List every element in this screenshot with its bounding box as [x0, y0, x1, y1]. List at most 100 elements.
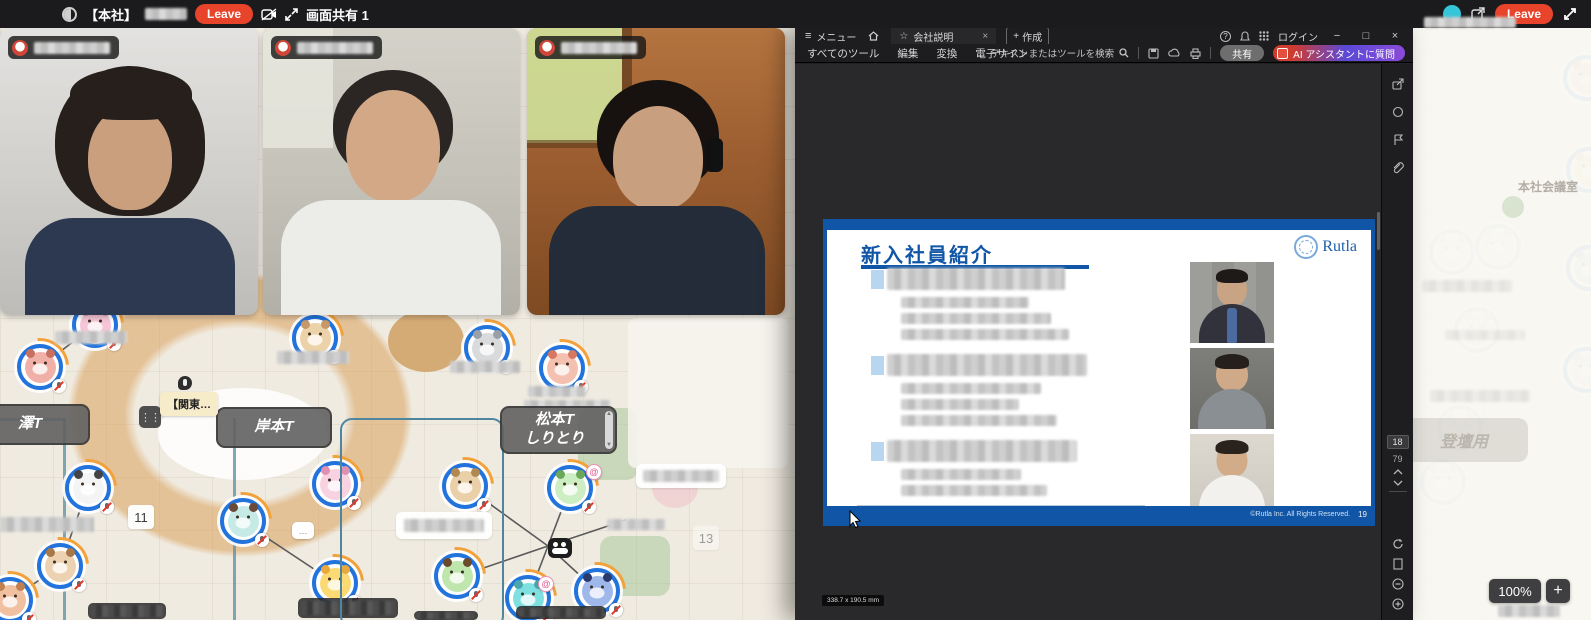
slide-title: 新入社員紹介 — [861, 239, 993, 268]
tools-menu-item[interactable]: すべてのツール — [807, 46, 879, 61]
blurred-name — [887, 440, 1077, 462]
apps-grid-icon[interactable] — [1259, 31, 1269, 41]
blurred-text — [1445, 330, 1525, 340]
doc-scrollbar-thumb[interactable] — [1377, 212, 1380, 250]
booth-label: 登壇用 — [1400, 418, 1528, 462]
person-hair-fringe — [70, 68, 192, 120]
entry-bullet — [871, 356, 884, 375]
blurred-text — [607, 519, 665, 530]
bell-icon[interactable] — [1240, 31, 1250, 42]
slide-page-number: 19 — [1358, 510, 1367, 519]
close-window-button[interactable]: × — [1385, 30, 1405, 42]
label-scrollbar[interactable]: ▲▼ — [605, 411, 613, 449]
map-label-text: 松本T しりとり — [524, 411, 592, 449]
maximize-button[interactable]: □ — [1356, 30, 1376, 42]
export-icon[interactable] — [1389, 76, 1407, 92]
plus-icon: + — [1013, 31, 1019, 42]
room-number-13: 13 — [693, 526, 719, 550]
page-up-icon[interactable] — [1393, 469, 1403, 475]
map-zoom-level[interactable]: 100% — [1489, 579, 1541, 603]
menu-button[interactable]: ≡ メニュー — [805, 29, 856, 44]
video-tile-2[interactable] — [263, 28, 520, 315]
blurred-name — [887, 354, 1087, 376]
create-button[interactable]: +作成 — [1006, 27, 1049, 46]
map-label-sawa[interactable]: 澤T — [0, 404, 90, 445]
map-avatar[interactable] — [37, 543, 83, 589]
rotate-icon[interactable] — [1392, 538, 1404, 550]
blurred-text — [450, 361, 520, 373]
map-zoom-in-button[interactable]: + — [1546, 579, 1570, 603]
ai-assistant-button[interactable]: AI アシスタントに質問 — [1273, 45, 1405, 61]
mic-muted-icon — [52, 379, 66, 393]
person-torso — [549, 206, 765, 315]
faded-map-overlay — [1413, 28, 1591, 620]
map-avatar[interactable] — [65, 465, 111, 511]
copyright: ©Rutla Inc. All Rights Reserved. — [1250, 511, 1350, 518]
minimize-button[interactable]: − — [1327, 30, 1347, 42]
presentation-slide: 新入社員紹介 Rutla — [823, 219, 1375, 526]
bookmark-flag-icon[interactable] — [1389, 132, 1407, 148]
screen: 澤T 岸本T 松本T しりとり ▲▼ ⋮⋮ 【関東… 11 13 … @ @ 本… — [0, 0, 1591, 620]
attachment-icon[interactable] — [1389, 160, 1407, 176]
slide-top-border — [827, 223, 1371, 230]
page-size-tooltip: 338.7 x 190.5 mm — [822, 595, 884, 606]
reaction-badge-icon: @ — [538, 576, 554, 592]
map-avatar[interactable] — [220, 498, 266, 544]
camera-off-icon[interactable] — [261, 8, 277, 21]
chevron-up-icon: ▲ — [606, 411, 612, 419]
mic-muted-icon — [255, 533, 269, 547]
blurred-text — [1424, 17, 1516, 28]
share-button[interactable]: 共有 — [1220, 45, 1264, 61]
app-logo-icon — [62, 7, 77, 22]
leave-button[interactable]: Leave — [195, 4, 253, 24]
save-icon[interactable] — [1148, 48, 1159, 59]
zoom-out-icon[interactable] — [1392, 578, 1404, 590]
page-down-icon[interactable] — [1393, 480, 1403, 486]
map-label-kanto[interactable]: 【関東… — [160, 392, 218, 416]
edit-menu-item[interactable]: 編集 — [897, 46, 918, 61]
employee-photo-2 — [1190, 348, 1274, 429]
expand-icon[interactable] — [285, 8, 298, 21]
participant-avatar-icon — [539, 40, 555, 56]
convert-menu-item[interactable]: 変換 — [936, 46, 957, 61]
space-name: 【本社】 — [85, 5, 137, 24]
map-label-kishimoto[interactable]: 岸本T — [216, 407, 332, 448]
close-tab-icon[interactable]: × — [982, 31, 988, 42]
help-icon[interactable]: ? — [1220, 31, 1231, 42]
blurred-text — [0, 517, 94, 532]
search-box[interactable]: テキストまたはツールを検索 — [991, 46, 1129, 60]
login-button[interactable]: ログイン — [1278, 29, 1318, 44]
chevron-down-icon: ▼ — [606, 442, 612, 450]
slide-footer-bar: ©Rutla Inc. All Rights Reserved. 19 — [827, 506, 1371, 522]
home-icon[interactable] — [868, 31, 879, 41]
map-avatar[interactable] — [17, 344, 63, 390]
acrobat-right-rail: 18 79 — [1381, 64, 1413, 620]
video-tile-1[interactable] — [0, 28, 258, 315]
person-torso — [281, 200, 501, 315]
kebab-menu-button[interactable]: ⋮⋮ — [139, 406, 161, 428]
map-avatar[interactable] — [0, 577, 33, 620]
page-number-input[interactable]: 18 — [1387, 435, 1409, 449]
group-node-icon[interactable] — [548, 538, 572, 558]
cloud-upload-icon[interactable] — [1168, 48, 1181, 58]
entry-bullet — [871, 270, 884, 289]
blurred-text — [145, 8, 187, 20]
ai-icon — [1277, 48, 1288, 59]
acrobat-toolbar: すべてのツール 編集 変換 電子サイン テキストまたはツールを検索 共有 AI … — [795, 44, 1413, 63]
map-avatar[interactable] — [539, 345, 585, 391]
acrobat-window: ≡ メニュー ☆ 会社説明 × +作成 ? ログイン − □ × — [795, 28, 1413, 620]
star-icon[interactable]: ☆ — [899, 31, 908, 42]
video-tile-3[interactable] — [527, 28, 785, 315]
document-tab[interactable]: ☆ 会社説明 × — [891, 28, 996, 44]
resize-arrow-icon[interactable] — [1563, 7, 1577, 21]
page-total: 79 — [1392, 454, 1402, 464]
fit-page-icon[interactable] — [1392, 558, 1404, 570]
comment-icon[interactable] — [1389, 104, 1407, 120]
document-area[interactable]: 新入社員紹介 Rutla — [795, 64, 1381, 620]
rutla-logo-icon — [1294, 235, 1318, 259]
zoom-in-icon[interactable] — [1392, 598, 1404, 610]
mic-muted-icon — [100, 500, 114, 514]
print-icon[interactable] — [1190, 48, 1201, 59]
map-label-matsumoto[interactable]: 松本T しりとり ▲▼ — [500, 406, 617, 454]
person-torso — [25, 218, 235, 315]
